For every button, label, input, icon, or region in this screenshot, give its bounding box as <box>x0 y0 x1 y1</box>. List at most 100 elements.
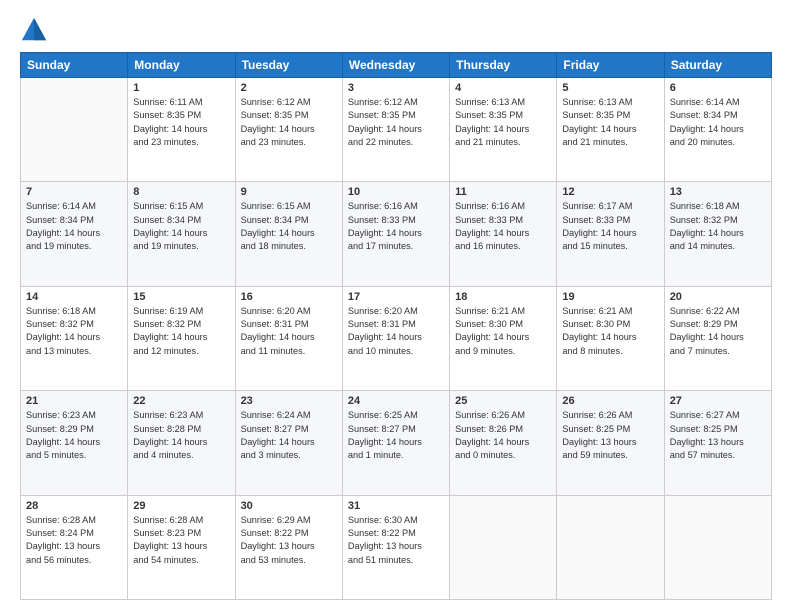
day-info: Sunrise: 6:26 AM Sunset: 8:26 PM Dayligh… <box>455 409 551 462</box>
calendar-cell: 3Sunrise: 6:12 AM Sunset: 8:35 PM Daylig… <box>342 78 449 182</box>
day-number: 21 <box>26 395 122 407</box>
day-number: 29 <box>133 500 229 512</box>
day-info: Sunrise: 6:25 AM Sunset: 8:27 PM Dayligh… <box>348 409 444 462</box>
day-info: Sunrise: 6:23 AM Sunset: 8:29 PM Dayligh… <box>26 409 122 462</box>
calendar-cell: 29 Sunrise: 6:28 AM Sunset: 8:23 PM Dayli… <box>128 495 235 599</box>
day-number: 25 <box>455 395 551 407</box>
calendar-cell: 9 Sunrise: 6:15 AM Sunset: 8:34 PM Daylig… <box>235 182 342 286</box>
calendar-cell: 30 Sunrise: 6:29 AM Sunset: 8:22 PM Dayli… <box>235 495 342 599</box>
day-number: 30 <box>241 500 337 512</box>
calendar-cell: 16 Sunrise: 6:20 AM Sunset: 8:31 PM Dayli… <box>235 286 342 390</box>
day-number: 31 <box>348 500 444 512</box>
day-info: Sunrise: 6:18 AM Sunset: 8:32 PM Dayligh… <box>670 200 766 253</box>
day-info: Sunrise: 6:15 AM Sunset: 8:34 PM Dayligh… <box>241 200 337 253</box>
calendar-cell: 11 Sunrise: 6:16 AM Sunset: 8:33 PM Dayli… <box>450 182 557 286</box>
calendar-cell <box>450 495 557 599</box>
calendar-cell: 23 Sunrise: 6:24 AM Sunset: 8:27 PM Dayli… <box>235 391 342 495</box>
week-row-1: 7Sunrise: 6:14 AM Sunset: 8:34 PM Daylig… <box>21 182 772 286</box>
header <box>20 16 772 44</box>
day-number: 10 <box>348 186 444 198</box>
day-number: 9 <box>241 186 337 198</box>
calendar-table: SundayMondayTuesdayWednesdayThursdayFrid… <box>20 52 772 600</box>
calendar-cell: 14Sunrise: 6:18 AM Sunset: 8:32 PM Dayli… <box>21 286 128 390</box>
day-info: Sunrise: 6:15 AM Sunset: 8:34 PM Dayligh… <box>133 200 229 253</box>
calendar-cell: 31 Sunrise: 6:30 AM Sunset: 8:22 PM Dayli… <box>342 495 449 599</box>
day-info: Sunrise: 6:29 AM Sunset: 8:22 PM Dayligh… <box>241 514 337 567</box>
col-header-thursday: Thursday <box>450 53 557 78</box>
day-info: Sunrise: 6:30 AM Sunset: 8:22 PM Dayligh… <box>348 514 444 567</box>
day-info: Sunrise: 6:21 AM Sunset: 8:30 PM Dayligh… <box>562 305 658 358</box>
col-header-monday: Monday <box>128 53 235 78</box>
day-number: 12 <box>562 186 658 198</box>
calendar-cell <box>557 495 664 599</box>
day-info: Sunrise: 6:14 AM Sunset: 8:34 PM Dayligh… <box>670 96 766 149</box>
logo <box>20 16 52 44</box>
calendar-cell: 15 Sunrise: 6:19 AM Sunset: 8:32 PM Dayli… <box>128 286 235 390</box>
calendar-cell: 7Sunrise: 6:14 AM Sunset: 8:34 PM Daylig… <box>21 182 128 286</box>
day-info: Sunrise: 6:28 AM Sunset: 8:23 PM Dayligh… <box>133 514 229 567</box>
calendar-cell: 20Sunrise: 6:22 AM Sunset: 8:29 PM Dayli… <box>664 286 771 390</box>
day-number: 15 <box>133 291 229 303</box>
day-number: 23 <box>241 395 337 407</box>
col-header-wednesday: Wednesday <box>342 53 449 78</box>
calendar-cell: 28 Sunrise: 6:28 AM Sunset: 8:24 PM Dayli… <box>21 495 128 599</box>
calendar-cell <box>664 495 771 599</box>
calendar-cell: 25 Sunrise: 6:26 AM Sunset: 8:26 PM Dayli… <box>450 391 557 495</box>
day-info: Sunrise: 6:13 AM Sunset: 8:35 PM Dayligh… <box>455 96 551 149</box>
calendar-cell: 2Sunrise: 6:12 AM Sunset: 8:35 PM Daylig… <box>235 78 342 182</box>
week-row-3: 21 Sunrise: 6:23 AM Sunset: 8:29 PM Dayli… <box>21 391 772 495</box>
col-header-sunday: Sunday <box>21 53 128 78</box>
calendar-cell: 18 Sunrise: 6:21 AM Sunset: 8:30 PM Dayli… <box>450 286 557 390</box>
week-row-4: 28 Sunrise: 6:28 AM Sunset: 8:24 PM Dayli… <box>21 495 772 599</box>
day-number: 4 <box>455 82 551 94</box>
day-number: 11 <box>455 186 551 198</box>
day-info: Sunrise: 6:16 AM Sunset: 8:33 PM Dayligh… <box>348 200 444 253</box>
calendar-cell: 6 Sunrise: 6:14 AM Sunset: 8:34 PM Daylig… <box>664 78 771 182</box>
calendar-cell: 13Sunrise: 6:18 AM Sunset: 8:32 PM Dayli… <box>664 182 771 286</box>
day-info: Sunrise: 6:17 AM Sunset: 8:33 PM Dayligh… <box>562 200 658 253</box>
day-info: Sunrise: 6:21 AM Sunset: 8:30 PM Dayligh… <box>455 305 551 358</box>
calendar-cell: 17Sunrise: 6:20 AM Sunset: 8:31 PM Dayli… <box>342 286 449 390</box>
day-info: Sunrise: 6:20 AM Sunset: 8:31 PM Dayligh… <box>348 305 444 358</box>
page: SundayMondayTuesdayWednesdayThursdayFrid… <box>0 0 792 612</box>
week-row-2: 14Sunrise: 6:18 AM Sunset: 8:32 PM Dayli… <box>21 286 772 390</box>
day-number: 18 <box>455 291 551 303</box>
day-info: Sunrise: 6:26 AM Sunset: 8:25 PM Dayligh… <box>562 409 658 462</box>
day-number: 22 <box>133 395 229 407</box>
day-number: 16 <box>241 291 337 303</box>
day-info: Sunrise: 6:16 AM Sunset: 8:33 PM Dayligh… <box>455 200 551 253</box>
calendar-cell: 8Sunrise: 6:15 AM Sunset: 8:34 PM Daylig… <box>128 182 235 286</box>
calendar-cell: 4 Sunrise: 6:13 AM Sunset: 8:35 PM Daylig… <box>450 78 557 182</box>
day-number: 19 <box>562 291 658 303</box>
calendar-cell: 27Sunrise: 6:27 AM Sunset: 8:25 PM Dayli… <box>664 391 771 495</box>
calendar-cell: 5 Sunrise: 6:13 AM Sunset: 8:35 PM Daylig… <box>557 78 664 182</box>
day-number: 2 <box>241 82 337 94</box>
day-info: Sunrise: 6:14 AM Sunset: 8:34 PM Dayligh… <box>26 200 122 253</box>
calendar-cell: 1Sunrise: 6:11 AM Sunset: 8:35 PM Daylig… <box>128 78 235 182</box>
day-info: Sunrise: 6:24 AM Sunset: 8:27 PM Dayligh… <box>241 409 337 462</box>
day-info: Sunrise: 6:19 AM Sunset: 8:32 PM Dayligh… <box>133 305 229 358</box>
day-number: 5 <box>562 82 658 94</box>
day-number: 14 <box>26 291 122 303</box>
calendar-cell: 26 Sunrise: 6:26 AM Sunset: 8:25 PM Dayli… <box>557 391 664 495</box>
day-number: 28 <box>26 500 122 512</box>
day-number: 26 <box>562 395 658 407</box>
calendar-cell: 12 Sunrise: 6:17 AM Sunset: 8:33 PM Dayli… <box>557 182 664 286</box>
col-header-friday: Friday <box>557 53 664 78</box>
day-number: 24 <box>348 395 444 407</box>
col-header-saturday: Saturday <box>664 53 771 78</box>
day-info: Sunrise: 6:28 AM Sunset: 8:24 PM Dayligh… <box>26 514 122 567</box>
header-row: SundayMondayTuesdayWednesdayThursdayFrid… <box>21 53 772 78</box>
day-number: 6 <box>670 82 766 94</box>
calendar-cell <box>21 78 128 182</box>
calendar-cell: 24 Sunrise: 6:25 AM Sunset: 8:27 PM Dayli… <box>342 391 449 495</box>
calendar-cell: 19 Sunrise: 6:21 AM Sunset: 8:30 PM Dayli… <box>557 286 664 390</box>
col-header-tuesday: Tuesday <box>235 53 342 78</box>
day-info: Sunrise: 6:13 AM Sunset: 8:35 PM Dayligh… <box>562 96 658 149</box>
day-info: Sunrise: 6:23 AM Sunset: 8:28 PM Dayligh… <box>133 409 229 462</box>
day-info: Sunrise: 6:27 AM Sunset: 8:25 PM Dayligh… <box>670 409 766 462</box>
day-info: Sunrise: 6:20 AM Sunset: 8:31 PM Dayligh… <box>241 305 337 358</box>
logo-icon <box>20 16 48 44</box>
day-info: Sunrise: 6:11 AM Sunset: 8:35 PM Dayligh… <box>133 96 229 149</box>
calendar-cell: 10 Sunrise: 6:16 AM Sunset: 8:33 PM Dayli… <box>342 182 449 286</box>
